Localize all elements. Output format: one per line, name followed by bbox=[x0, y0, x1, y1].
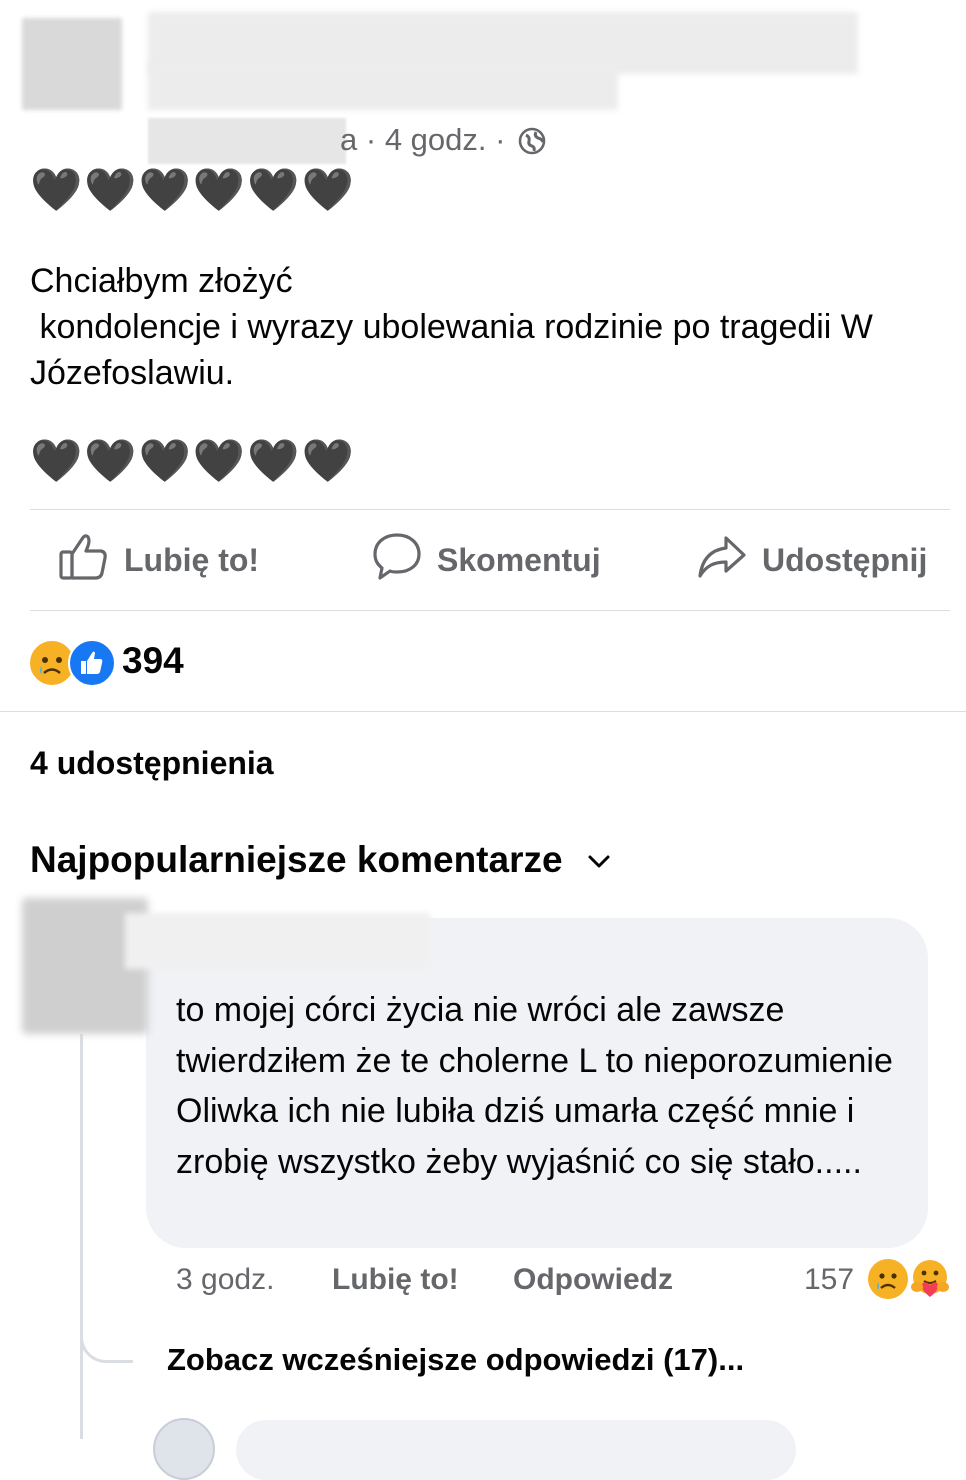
share-button[interactable]: Udostępnij bbox=[696, 530, 927, 590]
comment-reaction-count[interactable]: 157 bbox=[804, 1260, 854, 1300]
commenter-name-redacted[interactable] bbox=[125, 913, 430, 969]
comment-like-button[interactable]: Lubię to! bbox=[332, 1260, 459, 1300]
share-label: Udostępnij bbox=[762, 541, 928, 578]
comment-text: to mojej córci życia nie wróci ale zawsz… bbox=[176, 991, 893, 1181]
meta-separator-2: · bbox=[495, 122, 506, 157]
reply-avatar[interactable] bbox=[153, 1418, 215, 1480]
divider bbox=[0, 711, 966, 712]
comment-reply-button[interactable]: Odpowiedz bbox=[513, 1260, 673, 1300]
author-suffix: a bbox=[340, 122, 358, 157]
comments-sort-button[interactable]: Najpopularniejsze komentarze bbox=[30, 836, 611, 884]
like-button[interactable]: Lubię to! bbox=[58, 530, 259, 590]
like-label: Lubię to! bbox=[124, 541, 260, 578]
globe-icon bbox=[518, 125, 546, 155]
post-text: Chciałbym złożyć kondolencje i wyrazy ub… bbox=[30, 262, 873, 392]
author-name-redacted-2 bbox=[148, 62, 618, 110]
reply-bubble bbox=[236, 1420, 796, 1480]
chevron-down-icon bbox=[587, 834, 611, 882]
comment-label: Skomentuj bbox=[437, 541, 601, 578]
care-icon[interactable] bbox=[908, 1257, 952, 1301]
sad-icon[interactable] bbox=[868, 1259, 908, 1299]
shares-count[interactable]: 4 udostępnienia bbox=[30, 742, 274, 784]
comment-time[interactable]: 3 godz. bbox=[176, 1260, 274, 1300]
post-meta: a · 4 godz. · bbox=[340, 120, 546, 160]
view-previous-replies-link[interactable]: Zobacz wcześniejsze odpowiedzi (17)... bbox=[167, 1339, 744, 1381]
thumbs-up-icon bbox=[58, 530, 124, 590]
divider bbox=[30, 610, 950, 611]
meta-separator: · bbox=[365, 122, 377, 157]
comments-section-title: Najpopularniejsze komentarze bbox=[30, 839, 563, 880]
divider bbox=[30, 509, 950, 510]
post-time[interactable]: 4 godz. bbox=[385, 122, 487, 157]
hearts-top: 🖤🖤🖤🖤🖤🖤 bbox=[30, 166, 356, 213]
comment-button[interactable]: Skomentuj bbox=[371, 530, 601, 590]
author-avatar[interactable] bbox=[22, 18, 122, 110]
thread-connector bbox=[80, 1300, 133, 1363]
share-arrow-icon bbox=[696, 530, 762, 590]
reaction-count[interactable]: 394 bbox=[122, 638, 184, 684]
thread-line bbox=[80, 1034, 83, 1439]
like-icon[interactable] bbox=[68, 639, 116, 687]
comment-bubble-icon bbox=[371, 530, 437, 590]
author-subname-redacted bbox=[148, 118, 346, 164]
hearts-bottom: 🖤🖤🖤🖤🖤🖤 bbox=[30, 437, 356, 484]
